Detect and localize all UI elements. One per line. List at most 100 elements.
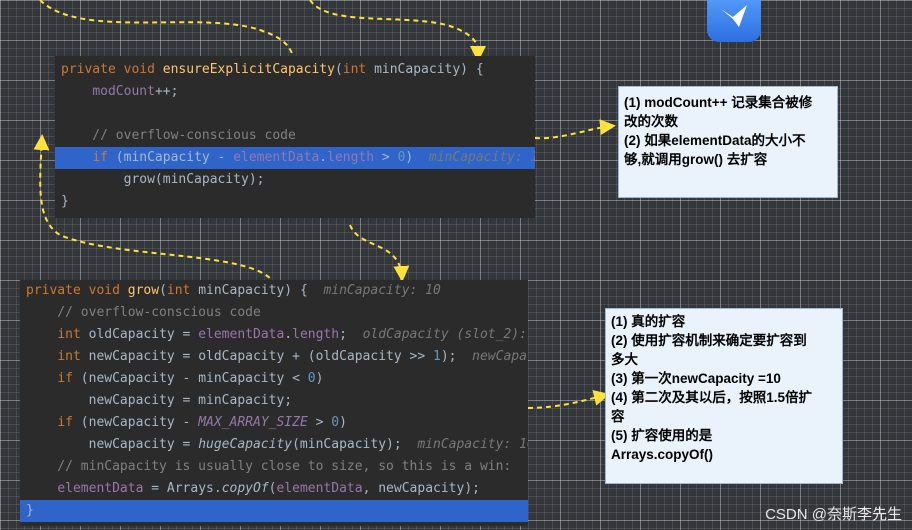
note-line: 够,就调用grow() 去扩容 <box>624 152 768 167</box>
code-token: private void <box>61 62 163 77</box>
code-line: if (newCapacity - minCapacity < 0) <box>20 368 528 390</box>
code-line: // overflow-conscious code <box>55 125 535 147</box>
note-line: (5) 扩容使用的是 <box>611 428 713 443</box>
code-line: newCapacity = hugeCapacity(minCapacity);… <box>20 434 528 456</box>
code-token: ensureExplicitCapacity <box>162 62 335 77</box>
code-token: minCapacity: 10 <box>417 437 528 452</box>
code-token: ); <box>440 349 473 364</box>
code-token: 0 <box>307 371 316 386</box>
code-token: newCapacity (slot_3): 10 <box>472 349 528 364</box>
code-token: length <box>292 327 340 342</box>
code-token: } <box>26 503 34 518</box>
annotation-note-bottom: (1) 真的扩容 (2) 使用扩容机制来确定要扩容到 多大 (3) 第一次newCap… <box>605 308 843 484</box>
code-token: int <box>342 62 375 77</box>
code-token: grow(minCapacity); <box>61 172 265 187</box>
code-line: } <box>55 191 535 213</box>
code-token: minCapacity) { <box>198 283 324 298</box>
note-line: (2) 如果elementData的大小不 <box>624 133 806 148</box>
code-token: minCapacity) { <box>374 62 484 77</box>
code-token: oldCapacity = <box>88 327 199 342</box>
code-token: int <box>57 327 89 342</box>
note-line: (1) 真的扩容 <box>611 314 686 329</box>
code-token: // overflow-conscious code <box>61 128 296 143</box>
note-line: 容 <box>611 409 625 424</box>
arrow-top-left <box>39 0 296 61</box>
code-token: ) <box>339 415 347 430</box>
code-token: private void <box>26 283 128 298</box>
code-line: newCapacity = minCapacity; <box>20 390 528 412</box>
code-line: modCount++; <box>55 81 535 103</box>
code-token: modCount <box>92 84 155 99</box>
code-line: if (minCapacity - elementData.length > 0… <box>55 147 535 169</box>
code-token: , newCapacity); <box>362 481 480 496</box>
code-token: . <box>319 150 328 165</box>
code-token: minCapacity: 10 <box>323 283 441 298</box>
code-token: // minCapacity is usually close to size,… <box>26 459 512 474</box>
code-token: length <box>327 150 375 165</box>
code-token: if <box>57 415 81 430</box>
code-token: ( <box>334 62 343 77</box>
code-line: if (newCapacity - MAX_ARRAY_SIZE > 0) <box>20 412 528 434</box>
code-line: elementData = Arrays.copyOf(elementData,… <box>20 478 528 500</box>
code-token: if <box>92 150 116 165</box>
arrow-to-note-top <box>534 119 616 140</box>
code-token: newCapacity = minCapacity; <box>26 393 293 408</box>
code-line: int newCapacity = oldCapacity + (oldCapa… <box>20 346 528 368</box>
arrow-top-right <box>309 0 487 62</box>
arrow-to-note-bottom <box>527 389 610 409</box>
code-token: elementData <box>57 481 144 496</box>
annotation-note-top: (1) modCount++ 记录集合被修 改的次数 (2) 如果elementDa… <box>618 86 838 198</box>
arrow-down-mid <box>349 224 410 282</box>
code-token: ; <box>339 327 363 342</box>
code-block-ensure-capacity: private void ensureExplicitCapacity(int … <box>55 56 535 218</box>
code-token: elementData <box>233 150 320 165</box>
code-token: newCapacity = oldCapacity + (oldCapacity… <box>88 349 433 364</box>
note-line: (4) 第二次及其以后，按照1.5倍扩 <box>611 390 813 405</box>
code-token: // overflow-conscious code <box>26 305 261 320</box>
code-line: grow(minCapacity); <box>55 169 535 191</box>
code-token: (newCapacity - minCapacity < <box>80 371 308 386</box>
code-line: } <box>20 500 528 522</box>
code-block-grow: private void grow(int minCapacity) { min… <box>20 280 528 526</box>
code-token: copyOf <box>221 481 269 496</box>
code-token: ++; <box>154 84 179 99</box>
code-token: newCapacity = <box>26 437 199 452</box>
code-token: 1 <box>433 349 441 364</box>
note-line: 改的次数 <box>624 114 678 129</box>
note-line: (1) modCount++ 记录集合被修 <box>624 95 813 110</box>
code-token: (minCapacity); <box>292 437 418 452</box>
code-token: } <box>61 194 69 209</box>
app-logo-icon <box>707 0 761 42</box>
code-token: ) <box>405 150 429 165</box>
code-token: int <box>166 283 199 298</box>
code-token: > <box>374 150 398 165</box>
code-token: = Arrays. <box>143 481 222 496</box>
code-token: minCapacity: 10 <box>428 150 535 165</box>
code-token: 0 <box>331 415 340 430</box>
code-token: int <box>57 349 89 364</box>
code-token: hugeCapacity <box>198 437 293 452</box>
code-token: grow <box>127 283 160 298</box>
code-token: > <box>307 415 332 430</box>
code-line: private void grow(int minCapacity) { min… <box>20 280 528 302</box>
note-line: 多大 <box>611 352 638 367</box>
code-token: ) <box>315 371 324 386</box>
code-token: (minCapacity - <box>115 150 234 165</box>
code-line: // minCapacity is usually close to size,… <box>20 456 528 478</box>
note-line: (3) 第一次newCapacity =10 <box>611 371 781 386</box>
code-token: ( <box>159 283 167 298</box>
note-line: Arrays.copyOf() <box>611 447 714 462</box>
note-line: (2) 使用扩容机制来确定要扩容到 <box>611 333 807 348</box>
code-token: if <box>57 371 81 386</box>
code-token: . <box>284 327 293 342</box>
code-token: elementData <box>198 327 285 342</box>
watermark: CSDN @奈斯李先生 <box>765 506 902 523</box>
code-token: oldCapacity (slot_2): 0 <box>362 327 528 342</box>
